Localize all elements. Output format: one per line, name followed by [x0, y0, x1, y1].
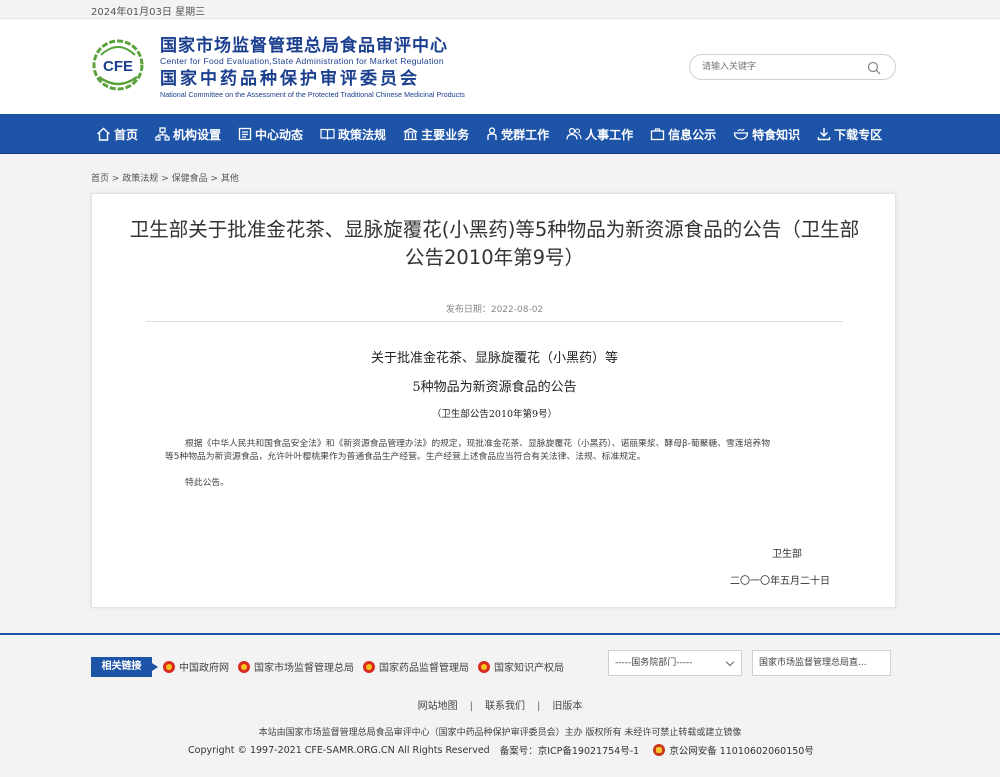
- nav-item-label: 信息公示: [668, 127, 717, 142]
- select-value: -----国务院部门-----: [615, 658, 693, 668]
- org-name-en-2: National Committee on the Assessment of …: [160, 90, 465, 99]
- footer-link-old-version[interactable]: 旧版本: [552, 701, 582, 712]
- nav-item-label: 主要业务: [421, 127, 470, 142]
- nav-item-food-knowledge[interactable]: 特食知识: [733, 114, 800, 154]
- article-heading-3: （卫生部公告2010年第9号）: [431, 409, 558, 420]
- footer-links: 网站地图 | 联系我们 | 旧版本: [0, 697, 1000, 712]
- breadcrumb: 首页 > 政策法规 > 保健食品 > 其他: [91, 171, 239, 184]
- breadcrumb-separator: >: [210, 174, 221, 184]
- article-heading-1: 关于批准金花茶、显脉旋覆花（小黑药）等: [370, 351, 618, 366]
- nav-item-label: 政策法规: [338, 127, 387, 142]
- person-icon: [487, 127, 497, 140]
- building-icon: [403, 127, 418, 141]
- related-link-label: 国家药品监督管理局: [379, 663, 469, 674]
- national-emblem-icon: [478, 660, 490, 673]
- select-value: 国家市场监督管理总局直...: [759, 658, 867, 668]
- police-badge-icon: [653, 744, 666, 756]
- copyright-line: Copyright © 1997-2021 CFE-SAMR.ORG.CN Al…: [188, 743, 814, 757]
- publish-date: 发布日期：2022-08-02: [445, 305, 544, 315]
- current-date: 2024年01月03日 星期三: [91, 7, 206, 18]
- nav-item-disclosure[interactable]: 信息公示: [650, 114, 716, 154]
- state-council-dept-select[interactable]: -----国务院部门-----: [608, 650, 742, 676]
- nav-item-news[interactable]: 中心动态: [238, 114, 303, 154]
- footer-link-sitemap[interactable]: 网站地图: [418, 701, 458, 712]
- breadcrumb-policy[interactable]: 政策法规: [122, 174, 158, 184]
- logo-text: CFE: [103, 58, 133, 75]
- main-nav: 首页 机构设置 中心动态 政策法规 主要业务 党群工作 人事工作 信息公示 特食…: [0, 114, 1000, 154]
- nav-item-label: 特食知识: [752, 127, 801, 142]
- site-footer: 相关链接 中国政府网 国家市场监督管理总局 国家药品监督管理局 国家知识产权局 …: [0, 633, 1000, 777]
- related-link-label: 中国政府网: [179, 663, 229, 674]
- download-icon: [817, 128, 831, 141]
- breadcrumb-home[interactable]: 首页: [91, 174, 109, 184]
- article-paragraph-2: 特此公告。: [185, 478, 229, 488]
- search-input[interactable]: [702, 59, 862, 75]
- briefcase-icon: [650, 128, 665, 141]
- news-icon: [238, 127, 252, 141]
- article-signature: 卫生部: [772, 549, 802, 560]
- breadcrumb-separator: >: [161, 174, 172, 184]
- nav-item-label: 党群工作: [501, 127, 550, 142]
- nav-item-download[interactable]: 下载专区: [817, 114, 882, 154]
- title-divider: [146, 321, 843, 322]
- search-box: [689, 54, 896, 80]
- book-icon: [320, 128, 335, 140]
- nav-item-label: 人事工作: [585, 127, 634, 142]
- article-paragraph-1: 根据《中华人民共和国食品安全法》和《新资源食品管理办法》的规定，现批准金花茶、显…: [165, 438, 825, 464]
- nav-item-hr[interactable]: 人事工作: [566, 114, 633, 154]
- related-link-label: 国家知识产权局: [494, 663, 564, 674]
- article-card: 卫生部关于批准金花茶、显脉旋覆花(小黑药)等5种物品为新资源食品的公告（卫生部公…: [91, 193, 896, 608]
- cfe-logo[interactable]: CFE: [91, 37, 145, 93]
- nav-item-org[interactable]: 机构设置: [155, 114, 221, 154]
- footer-link-separator: |: [469, 701, 473, 712]
- org-name-block: 国家市场监督管理总局食品审评中心 Center for Food Evaluat…: [160, 36, 465, 99]
- nav-item-home[interactable]: 首页: [96, 114, 138, 154]
- breadcrumb-other[interactable]: 其他: [221, 174, 239, 184]
- nav-item-label: 中心动态: [255, 127, 304, 142]
- nav-item-policy[interactable]: 政策法规: [320, 114, 386, 154]
- breadcrumb-separator: >: [111, 174, 123, 184]
- related-link[interactable]: 国家知识产权局: [478, 659, 564, 674]
- related-links-label: 相关链接: [91, 657, 158, 677]
- samr-units-select[interactable]: 国家市场监督管理总局直...: [752, 650, 891, 676]
- breadcrumb-health-food[interactable]: 保健食品: [172, 174, 208, 184]
- footer-link-contact[interactable]: 联系我们: [485, 701, 525, 712]
- police-record[interactable]: 京公网安备 11010602060150号: [669, 743, 814, 757]
- nav-item-business[interactable]: 主要业务: [403, 114, 469, 154]
- org-name-en-1: Center for Food Evaluation,State Adminis…: [160, 56, 444, 66]
- related-link[interactable]: 国家药品监督管理局: [363, 659, 469, 674]
- copyright-text: Copyright © 1997-2021 CFE-SAMR.ORG.CN Al…: [188, 744, 490, 756]
- site-header: CFE 国家市场监督管理总局食品审评中心 Center for Food Eva…: [0, 19, 1000, 114]
- related-link[interactable]: 国家市场监督管理总局: [238, 659, 354, 674]
- nav-item-label: 下载专区: [834, 127, 883, 142]
- national-emblem-icon: [163, 660, 175, 673]
- paragraph-line-2: 等5种物品为新资源食品，允许叶叶樱桃果作为普通食品生产经营。生产经营上述食品应当…: [165, 452, 646, 462]
- copyright-notice: 本站由国家市场监督管理总局食品审评中心（国家中药品种保护审评委员会）主办 版权所…: [258, 728, 742, 738]
- org-name-cn-1: 国家市场监督管理总局食品审评中心: [160, 36, 448, 56]
- related-link[interactable]: 中国政府网: [163, 659, 229, 674]
- search-icon[interactable]: [867, 61, 881, 75]
- org-chart-icon: [155, 127, 170, 141]
- paragraph-line-1: 根据《中华人民共和国食品安全法》和《新资源食品管理办法》的规定，现批准金花茶、显…: [185, 439, 770, 449]
- footer-link-separator: |: [537, 701, 541, 712]
- home-icon: [97, 127, 110, 141]
- nav-item-party[interactable]: 党群工作: [486, 114, 549, 154]
- article-heading-2: 5种物品为新资源食品的公告: [412, 380, 577, 395]
- article-sign-date: 二〇一〇年五月二十日: [730, 576, 830, 587]
- nav-item-label: 首页: [114, 127, 139, 142]
- bowl-icon: [733, 128, 749, 140]
- top-bar: 2024年01月03日 星期三: [0, 0, 1000, 19]
- icp-record[interactable]: 备案号：京ICP备19021754号-1: [500, 743, 640, 757]
- related-links: 中国政府网 国家市场监督管理总局 国家药品监督管理局 国家知识产权局: [163, 659, 573, 674]
- national-emblem-icon: [238, 660, 250, 673]
- article-title: 卫生部关于批准金花茶、显脉旋覆花(小黑药)等5种物品为新资源食品的公告（卫生部公…: [129, 218, 860, 269]
- national-emblem-icon: [363, 660, 375, 673]
- nav-item-label: 机构设置: [173, 127, 222, 142]
- people-icon: [566, 127, 582, 140]
- related-link-label: 国家市场监督管理总局: [254, 663, 354, 674]
- chevron-down-icon: [725, 657, 735, 667]
- org-name-cn-2: 国家中药品种保护审评委员会: [160, 69, 420, 89]
